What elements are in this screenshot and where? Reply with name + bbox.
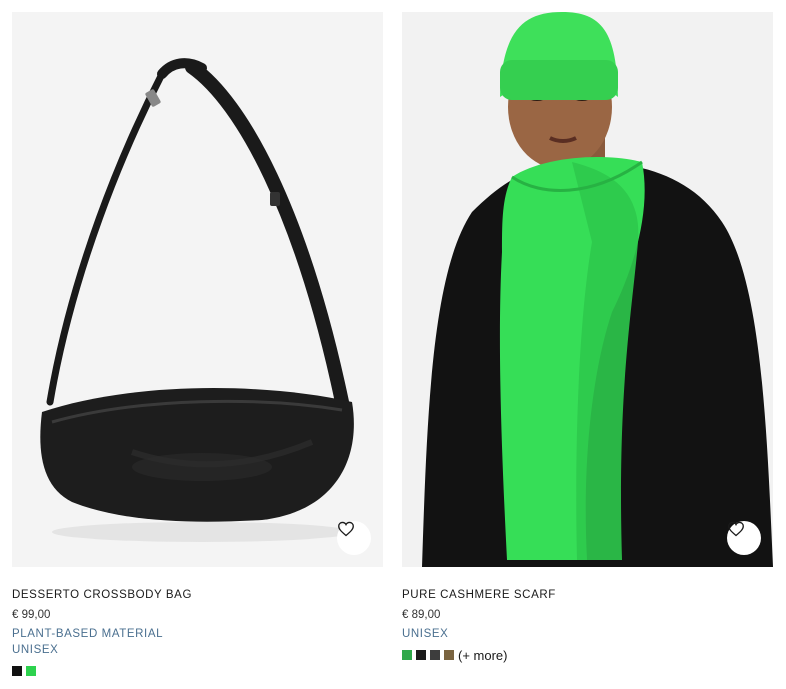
bag-illustration	[40, 58, 354, 542]
product-info: DESSERTO CROSSBODY BAG € 99,00 PLANT-BAS…	[12, 567, 383, 678]
color-swatches: (+ more)	[402, 648, 773, 663]
scarf-illustration	[422, 12, 773, 567]
product-grid: DESSERTO CROSSBODY BAG € 99,00 PLANT-BAS…	[0, 0, 786, 689]
product-info: PURE CASHMERE SCARF € 89,00 UNISEX (+ mo…	[402, 567, 773, 663]
wishlist-button[interactable]	[337, 521, 371, 555]
color-swatch[interactable]	[416, 650, 426, 660]
product-tag: PLANT-BASED MATERIAL	[12, 628, 164, 640]
product-image-bag[interactable]	[12, 12, 383, 567]
color-swatch[interactable]	[26, 666, 36, 676]
color-swatch[interactable]	[444, 650, 454, 660]
color-swatches	[12, 664, 383, 678]
wishlist-button[interactable]	[727, 521, 761, 555]
color-swatch[interactable]	[12, 666, 22, 676]
product-card-cashmere-scarf[interactable]: PURE CASHMERE SCARF € 89,00 UNISEX (+ mo…	[402, 12, 773, 663]
heart-icon	[728, 521, 744, 537]
product-image-scarf[interactable]	[402, 12, 773, 567]
product-card-crossbody-bag[interactable]: DESSERTO CROSSBODY BAG € 99,00 PLANT-BAS…	[12, 12, 383, 678]
product-name[interactable]: PURE CASHMERE SCARF	[402, 587, 773, 603]
product-tag: UNISEX	[12, 644, 59, 656]
more-colors-link[interactable]: (+ more)	[458, 648, 507, 663]
product-price: € 89,00	[402, 609, 441, 621]
product-price: € 99,00	[12, 609, 51, 621]
product-name[interactable]: DESSERTO CROSSBODY BAG	[12, 587, 383, 603]
color-swatch[interactable]	[402, 650, 412, 660]
product-tag: UNISEX	[402, 628, 449, 640]
heart-icon	[338, 521, 354, 537]
color-swatch[interactable]	[430, 650, 440, 660]
